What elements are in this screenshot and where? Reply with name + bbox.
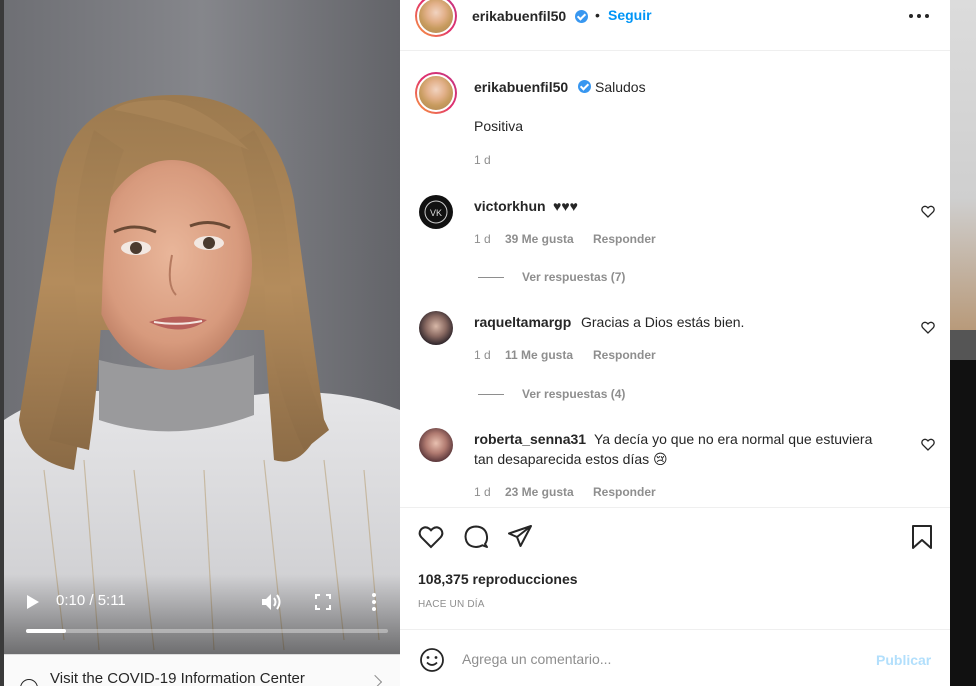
video-progress-bar[interactable] [26, 629, 388, 633]
comment-username[interactable]: roberta_senna31 [474, 431, 586, 447]
comment-text-line1: Ya decía yo que no era normal que estuvi… [594, 431, 873, 447]
publish-button[interactable]: Publicar [876, 652, 931, 668]
fullscreen-icon[interactable] [313, 592, 333, 612]
comment-text: ♥♥♥ [553, 198, 578, 214]
view-replies-button[interactable]: Ver respuestas (4) [522, 387, 625, 401]
add-comment-bar: Publicar [400, 629, 950, 686]
reply-button[interactable]: Responder [593, 485, 656, 499]
replies-divider [478, 277, 504, 278]
comment-avatar[interactable]: VK [419, 195, 453, 229]
replies-divider [478, 394, 504, 395]
reply-button[interactable]: Responder [593, 348, 656, 362]
comment-time[interactable]: 1 d [474, 232, 491, 246]
video-frame [4, 0, 400, 654]
verified-badge-icon [578, 80, 591, 93]
author-avatar[interactable] [415, 0, 457, 37]
video-progress-fill [26, 629, 66, 633]
separator-dot: • [595, 7, 600, 23]
comment-avatar[interactable] [419, 311, 453, 345]
post-date[interactable]: HACE UN DÍA [418, 599, 485, 610]
comment-time[interactable]: 1 d [474, 348, 491, 362]
caption-username[interactable]: erikabuenfil50 [474, 79, 568, 95]
like-icon[interactable] [418, 524, 444, 550]
comment-username[interactable]: victorkhun [474, 198, 546, 214]
view-count[interactable]: 108,375 reproducciones [418, 571, 578, 587]
comment-input[interactable] [462, 648, 862, 670]
more-options-icon[interactable] [368, 592, 380, 612]
post-options-icon[interactable] [909, 14, 931, 20]
post-side-panel: erikabuenfil50 • Seguir erikabuenfil50 S… [400, 0, 950, 686]
emoji-icon[interactable] [419, 647, 445, 673]
caption-body: Positiva [474, 118, 524, 134]
comment-text-line2: tan desaparecida estos días 😢 [474, 451, 668, 467]
caption-title: Saludos [595, 79, 646, 95]
backdrop-next-post[interactable] [950, 0, 976, 686]
caption-avatar[interactable] [415, 72, 457, 114]
comment-username[interactable]: raqueltamargp [474, 314, 571, 330]
reply-button[interactable]: Responder [593, 232, 656, 246]
video-player[interactable]: 0:10 / 5:11 [4, 0, 400, 654]
video-time: 0:10 / 5:11 [56, 592, 126, 609]
comment-avatar[interactable] [419, 428, 453, 462]
info-icon [20, 679, 38, 686]
play-icon[interactable] [22, 592, 42, 612]
share-icon[interactable] [507, 524, 533, 550]
chevron-right-icon [367, 674, 383, 686]
svg-text:VK: VK [430, 208, 442, 218]
covid-banner-text: Visit the COVID-19 Information Center [50, 670, 305, 686]
view-replies-button[interactable]: Ver respuestas (7) [522, 270, 625, 284]
video-controls [4, 574, 400, 654]
author-username[interactable]: erikabuenfil50 [472, 8, 566, 24]
like-comment-icon[interactable] [921, 205, 935, 218]
comment-time[interactable]: 1 d [474, 485, 491, 499]
volume-icon[interactable] [259, 591, 283, 613]
like-comment-icon[interactable] [921, 321, 935, 334]
comment-likes[interactable]: 11 Me gusta [505, 348, 573, 362]
post-actions: 108,375 reproducciones HACE UN DÍA [400, 507, 950, 629]
save-bookmark-icon[interactable] [909, 524, 935, 550]
comment-text: Gracias a Dios estás bien. [581, 314, 745, 330]
post-header: erikabuenfil50 • Seguir [400, 0, 950, 51]
follow-button[interactable]: Seguir [608, 7, 652, 23]
covid-info-banner[interactable]: Visit the COVID-19 Information Center [4, 654, 400, 686]
comment-icon[interactable] [463, 524, 489, 550]
caption-time[interactable]: 1 d [474, 153, 491, 167]
comment-likes[interactable]: 39 Me gusta [505, 232, 574, 246]
instagram-post-modal: 0:10 / 5:11 Visit the COVID-19 Informati… [0, 0, 976, 686]
verified-badge-icon [575, 10, 588, 23]
like-comment-icon[interactable] [921, 438, 935, 451]
comment-likes[interactable]: 23 Me gusta [505, 485, 574, 499]
